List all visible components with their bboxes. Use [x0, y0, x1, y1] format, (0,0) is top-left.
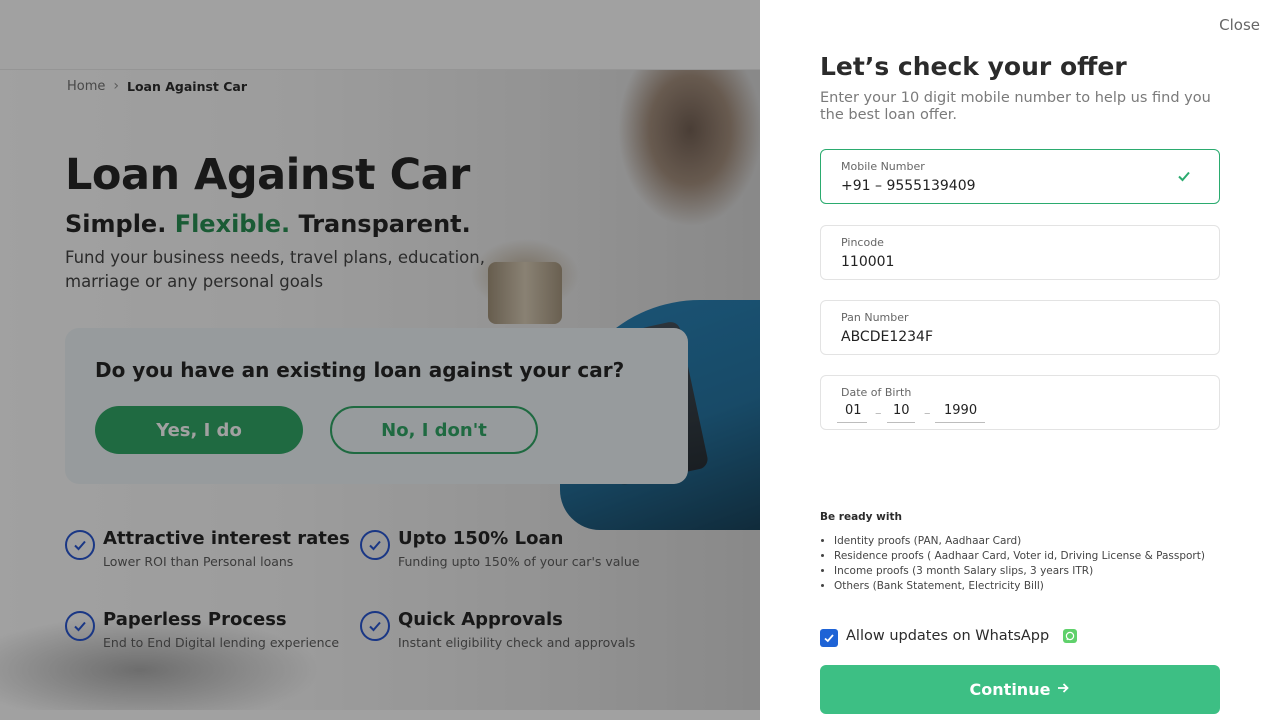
continue-label: Continue — [969, 680, 1051, 699]
date-of-birth-label: Date of Birth — [841, 386, 912, 399]
date-of-birth-field: Date of Birth 01 – 10 – 1990 — [820, 375, 1220, 430]
whatsapp-checkbox[interactable] — [820, 629, 838, 647]
dash-separator-icon: – — [924, 406, 931, 421]
dob-month-input[interactable]: 10 — [887, 403, 915, 423]
be-ready-title: Be ready with — [820, 511, 902, 523]
mobile-number-input[interactable]: 9555139409 — [886, 178, 975, 194]
country-code-prefix: +91 – — [841, 178, 882, 194]
pincode-input[interactable]: 110001 — [841, 254, 894, 270]
pincode-field[interactable]: Pincode 110001 — [820, 225, 1220, 280]
whatsapp-consent-row: Allow updates on WhatsApp — [820, 625, 1078, 647]
dob-year-input[interactable]: 1990 — [935, 403, 985, 423]
continue-button[interactable]: Continue — [820, 665, 1220, 714]
dob-day-input[interactable]: 01 — [837, 403, 867, 423]
pan-number-field[interactable]: Pan Number ABCDE1234F — [820, 300, 1220, 355]
mobile-number-value[interactable]: +91 – 9555139409 — [841, 178, 976, 194]
drawer-title: Let’s check your offer — [820, 52, 1127, 81]
pan-number-input[interactable]: ABCDE1234F — [841, 329, 933, 345]
whatsapp-label: Allow updates on WhatsApp — [846, 628, 1050, 644]
offer-drawer: Close Let’s check your offer Enter your … — [760, 0, 1280, 720]
pincode-label: Pincode — [841, 236, 884, 249]
pan-number-label: Pan Number — [841, 311, 909, 324]
list-item: Income proofs (3 month Salary slips, 3 y… — [834, 564, 1205, 579]
close-button[interactable]: Close — [1219, 16, 1260, 34]
arrow-right-icon — [1056, 680, 1070, 699]
be-ready-list: Identity proofs (PAN, Aadhaar Card) Resi… — [834, 534, 1205, 594]
list-item: Identity proofs (PAN, Aadhaar Card) — [834, 534, 1205, 549]
list-item: Residence proofs ( Aadhaar Card, Voter i… — [834, 549, 1205, 564]
list-item: Others (Bank Statement, Electricity Bill… — [834, 579, 1205, 594]
mobile-number-label: Mobile Number — [841, 160, 925, 173]
modal-backdrop[interactable] — [0, 0, 760, 720]
whatsapp-icon — [1063, 629, 1078, 643]
checkmark-icon — [1177, 168, 1191, 187]
drawer-subtitle: Enter your 10 digit mobile number to hel… — [820, 90, 1211, 123]
mobile-number-field[interactable]: Mobile Number +91 – 9555139409 — [820, 149, 1220, 204]
dash-separator-icon: – — [875, 406, 882, 421]
